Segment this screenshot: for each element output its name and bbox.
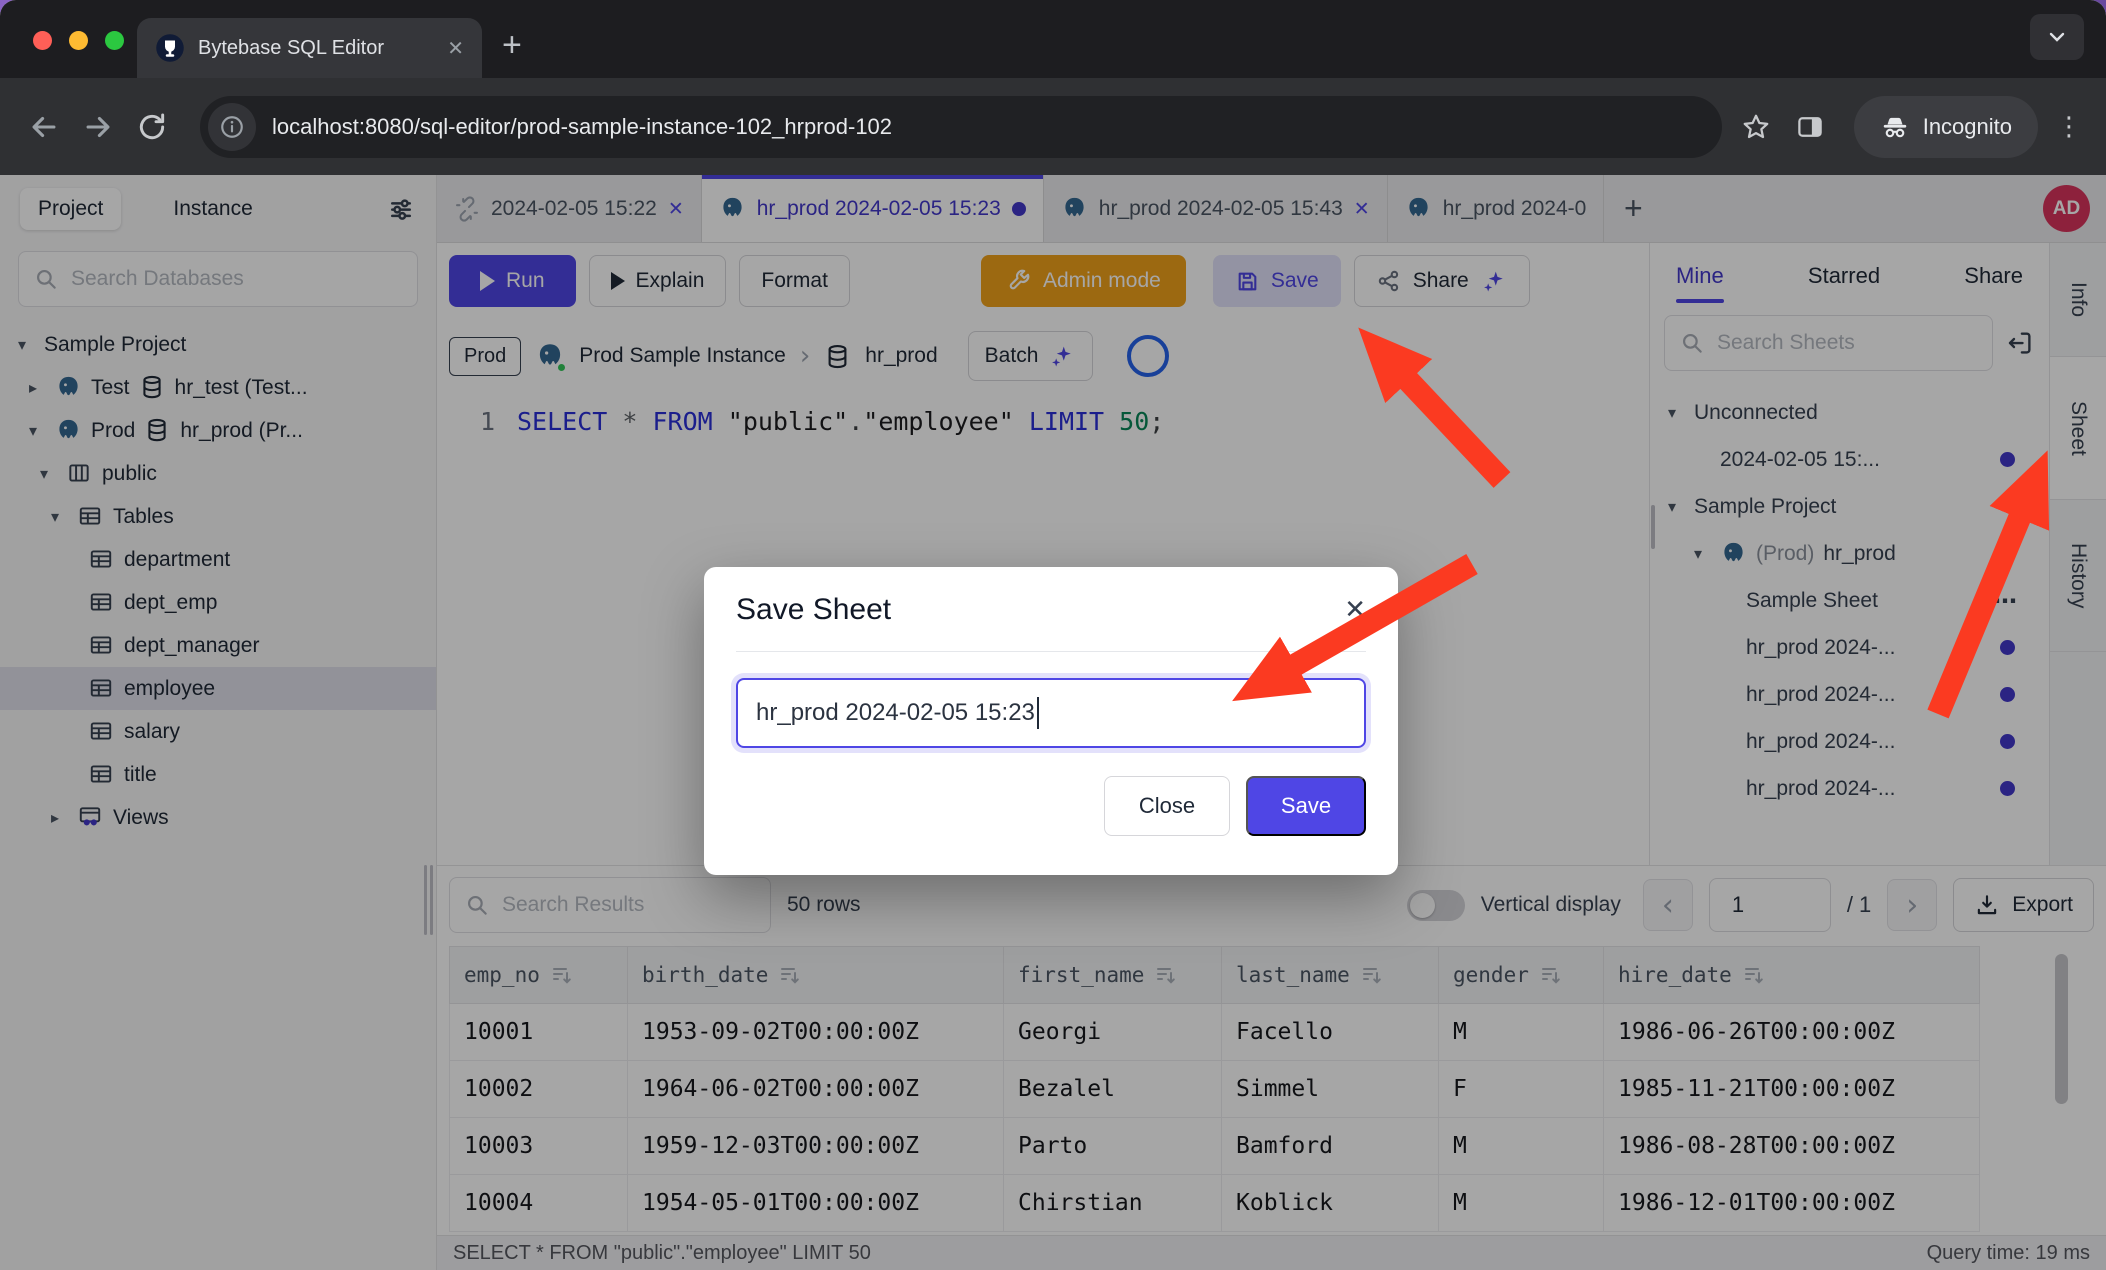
sheet-name-value: hr_prod 2024-02-05 15:23 — [756, 699, 1035, 727]
tab-close-icon[interactable]: ✕ — [447, 36, 464, 60]
dialog-title: Save Sheet — [736, 593, 891, 627]
url-text: localhost:8080/sql-editor/prod-sample-in… — [272, 114, 892, 140]
dialog-save-button[interactable]: Save — [1246, 776, 1366, 836]
incognito-icon — [1880, 112, 1910, 142]
close-window-button[interactable] — [33, 31, 52, 50]
zoom-window-button[interactable] — [105, 31, 124, 50]
incognito-label: Incognito — [1923, 114, 2012, 140]
bytebase-favicon-icon — [155, 33, 185, 63]
chevron-down-icon — [2045, 25, 2069, 49]
star-icon — [1741, 112, 1771, 142]
arrow-right-icon — [81, 110, 115, 144]
browser-toolbar: localhost:8080/sql-editor/prod-sample-in… — [0, 78, 2106, 175]
side-panel-button[interactable] — [1790, 107, 1830, 147]
back-button[interactable] — [24, 107, 64, 147]
arrow-left-icon — [27, 110, 61, 144]
browser-tabstrip: Bytebase SQL Editor ✕ + — [0, 0, 2106, 78]
forward-button[interactable] — [78, 107, 118, 147]
minimize-window-button[interactable] — [69, 31, 88, 50]
address-bar[interactable]: localhost:8080/sql-editor/prod-sample-in… — [200, 96, 1722, 158]
reload-icon — [136, 111, 168, 143]
bookmark-star-button[interactable] — [1736, 107, 1776, 147]
dialog-close-icon[interactable]: ✕ — [1344, 595, 1366, 625]
browser-menu-button[interactable]: ⋮ — [2056, 112, 2082, 142]
browser-tab-title: Bytebase SQL Editor — [198, 37, 434, 60]
text-caret — [1037, 697, 1039, 729]
reload-button[interactable] — [132, 107, 172, 147]
dialog-divider — [736, 651, 1366, 652]
incognito-badge[interactable]: Incognito — [1854, 96, 2038, 158]
tab-search-chevron-button[interactable] — [2030, 14, 2084, 60]
browser-tab[interactable]: Bytebase SQL Editor ✕ — [137, 18, 482, 78]
site-info-icon[interactable] — [208, 103, 256, 151]
save-sheet-dialog: Save Sheet ✕ hr_prod 2024-02-05 15:23 Cl… — [704, 567, 1398, 875]
dialog-close-button[interactable]: Close — [1104, 776, 1230, 836]
split-view-icon — [1795, 112, 1825, 142]
sheet-name-input[interactable]: hr_prod 2024-02-05 15:23 — [736, 678, 1366, 748]
macos-traffic-lights[interactable] — [33, 31, 124, 50]
new-tab-button[interactable]: + — [502, 28, 522, 62]
